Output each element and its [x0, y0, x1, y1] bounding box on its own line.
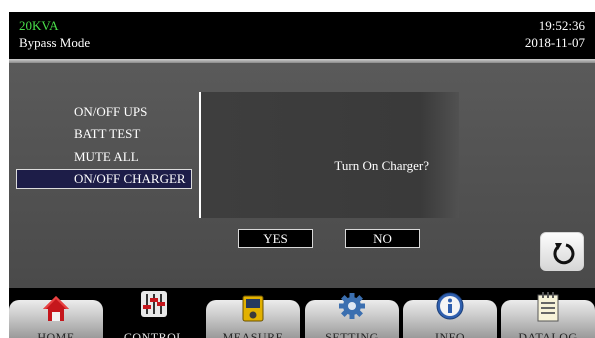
clock-date: 2018-11-07 — [524, 35, 585, 50]
back-button[interactable] — [540, 232, 584, 271]
tab-info-label: INFO — [434, 330, 465, 338]
refresh-icon — [553, 243, 575, 265]
tab-datalog[interactable]: DATALOG — [501, 290, 595, 338]
ups-mode-label: Bypass Mode — [19, 35, 91, 50]
gear-icon — [339, 293, 365, 319]
menu-item-onoff-charger[interactable]: ON/OFF CHARGER — [16, 169, 192, 189]
tab-setting-label: SETTING — [325, 330, 379, 338]
home-icon — [43, 296, 69, 321]
bottom-tab-bar: HOME CONTROL MEASURE SETTING INFO DATALO… — [9, 288, 595, 338]
tab-measure-label: MEASURE — [222, 330, 284, 338]
tab-info[interactable]: INFO — [403, 290, 497, 338]
dialog-message: Turn On Charger? — [334, 158, 429, 173]
no-button[interactable]: NO — [345, 229, 420, 248]
clock-time: 19:52:36 — [538, 18, 585, 33]
yes-button[interactable]: YES — [238, 229, 313, 248]
tab-home[interactable]: HOME — [9, 290, 103, 338]
tab-datalog-label: DATALOG — [518, 330, 578, 338]
menu-item-onoff-ups[interactable]: ON/OFF UPS — [74, 104, 147, 119]
tab-control-label: CONTROL — [123, 330, 185, 338]
menu-item-batt-test[interactable]: BATT TEST — [74, 126, 140, 141]
control-panel: ON/OFF UPS BATT TEST MUTE ALL ON/OFF CHA… — [9, 63, 595, 288]
meter-icon — [242, 295, 264, 322]
confirm-dialog: Turn On Charger? — [201, 92, 459, 218]
tab-setting[interactable]: SETTING — [305, 290, 399, 338]
control-sliders-icon — [141, 291, 167, 317]
tab-measure[interactable]: MEASURE — [206, 290, 300, 338]
log-notepad-icon — [537, 292, 559, 322]
menu-item-mute-all[interactable]: MUTE ALL — [74, 149, 139, 164]
tab-home-label: HOME — [37, 330, 75, 338]
ups-model-label: 20KVA — [19, 18, 59, 33]
info-icon — [436, 292, 464, 320]
status-header: 20KVA Bypass Mode 19:52:36 2018-11-07 — [9, 12, 595, 59]
tab-control[interactable]: CONTROL — [107, 290, 201, 338]
ups-screen: 20KVA Bypass Mode 19:52:36 2018-11-07 ON… — [9, 12, 595, 338]
